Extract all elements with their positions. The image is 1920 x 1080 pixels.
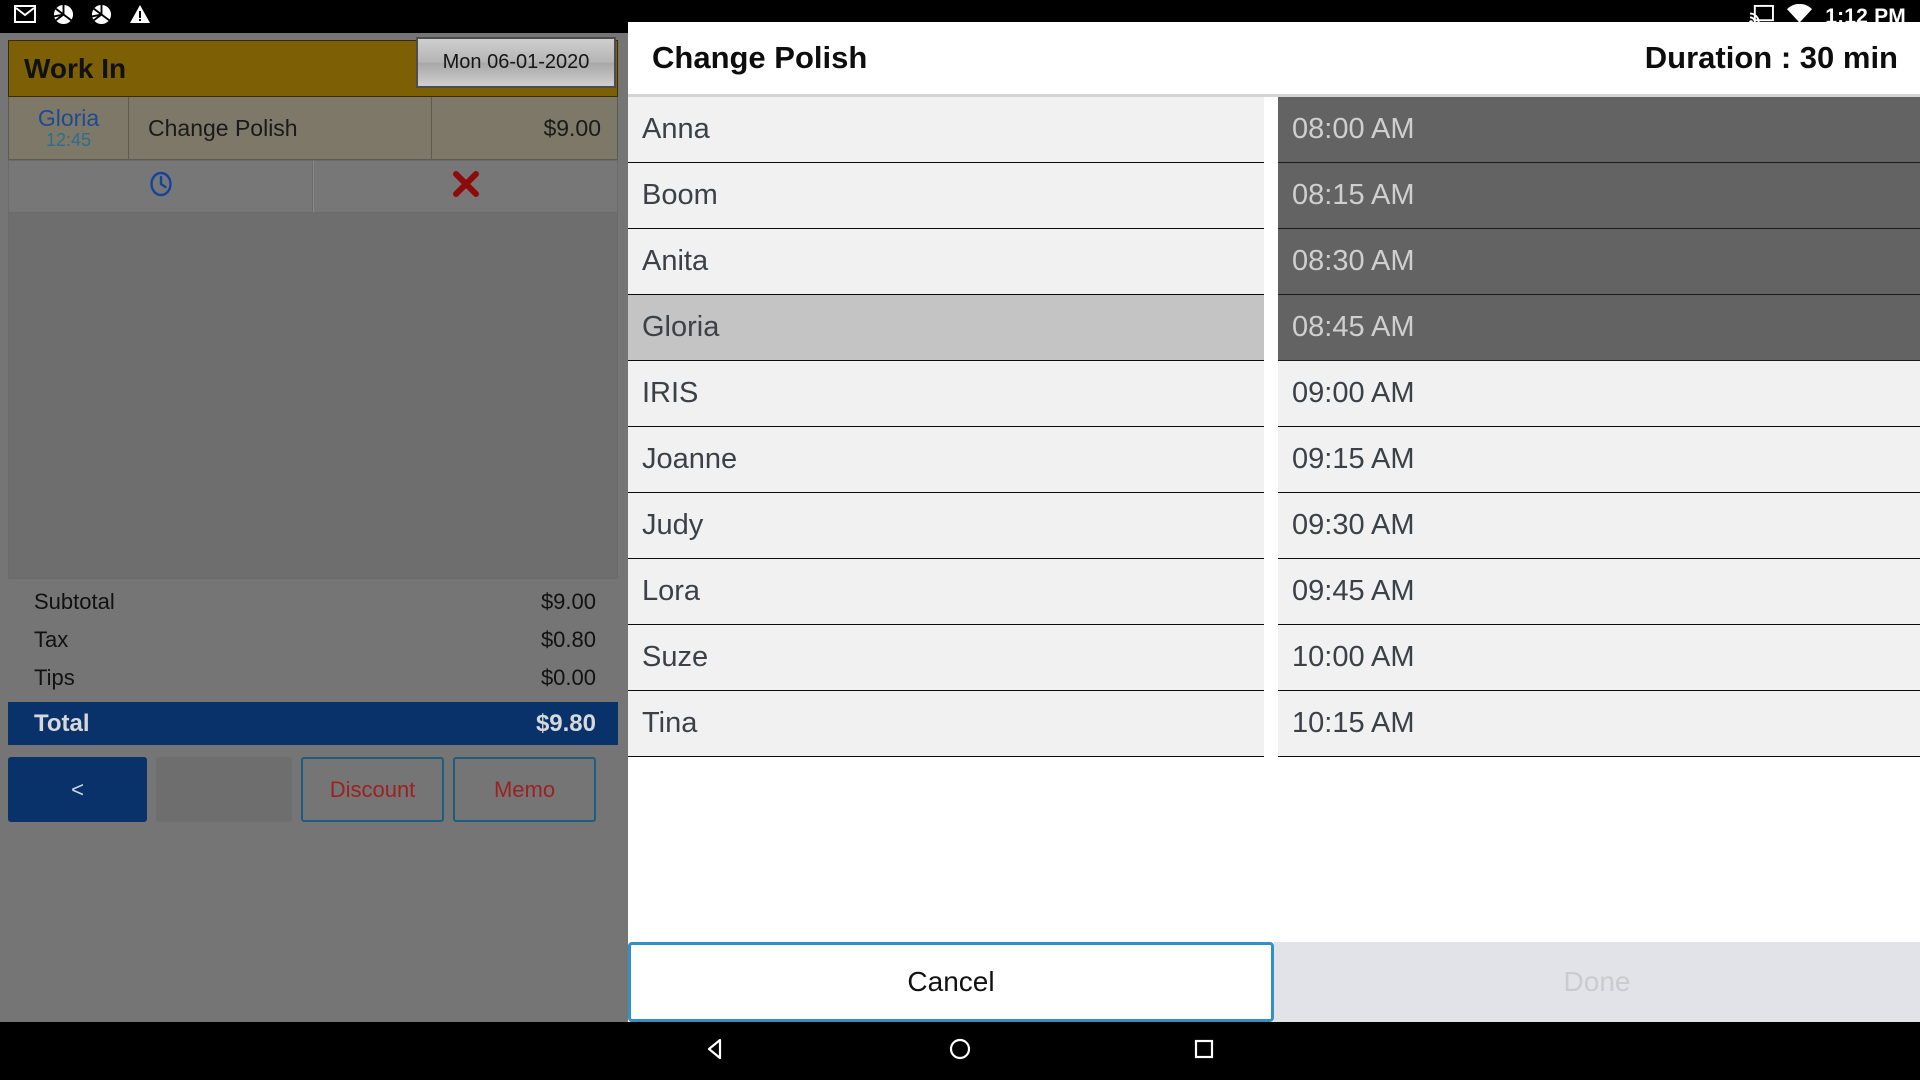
totals-label: Tips bbox=[34, 665, 75, 690]
dialog-title: Change Polish bbox=[652, 40, 868, 75]
totals-value: $9.80 bbox=[535, 709, 596, 737]
ticket-items-empty-area bbox=[8, 213, 618, 579]
list-item-disabled: 08:30 AM bbox=[1278, 229, 1920, 295]
list-item[interactable]: Joanne bbox=[628, 427, 1264, 493]
list-item[interactable]: Anna bbox=[628, 97, 1264, 163]
totals-value: $0.00 bbox=[540, 665, 596, 690]
dialog-duration: Duration : 30 min bbox=[1644, 40, 1898, 75]
back-nav-button[interactable] bbox=[703, 1036, 729, 1067]
totals-row-tax: Tax $0.80 bbox=[8, 621, 618, 659]
list-item[interactable]: 10:00 AM bbox=[1278, 625, 1920, 691]
list-item[interactable]: Tina bbox=[628, 691, 1264, 757]
list-item[interactable]: Boom bbox=[628, 163, 1264, 229]
blank-button[interactable] bbox=[156, 757, 292, 822]
totals-row-tips: Tips $0.00 bbox=[8, 659, 618, 697]
table-row[interactable]: Gloria 12:45 Change Polish $9.00 bbox=[8, 97, 618, 160]
list-item-selected[interactable]: Gloria bbox=[628, 295, 1264, 361]
totals-section: Subtotal $9.00 Tax $0.80 Tips $0.00 Tota… bbox=[8, 579, 618, 745]
aperture-icon bbox=[53, 4, 74, 30]
totals-label: Tax bbox=[34, 627, 69, 652]
list-item[interactable]: Lora bbox=[628, 559, 1264, 625]
list-item[interactable]: 09:15 AM bbox=[1278, 427, 1920, 493]
list-item[interactable]: 09:00 AM bbox=[1278, 361, 1920, 427]
totals-label: Subtotal bbox=[34, 589, 115, 614]
change-polish-dialog: Change Polish Duration : 30 min Anna Boo… bbox=[628, 22, 1920, 1022]
list-item[interactable]: Suze bbox=[628, 625, 1264, 691]
pos-button-bar: < Discount Memo bbox=[8, 757, 618, 822]
list-item-disabled: 08:00 AM bbox=[1278, 97, 1920, 163]
technician-name: Gloria bbox=[37, 105, 100, 132]
ticket-row-service: Change Polish bbox=[129, 97, 432, 159]
list-item-disabled: 08:15 AM bbox=[1278, 163, 1920, 229]
clock-button[interactable] bbox=[8, 160, 313, 213]
aperture-icon bbox=[91, 4, 112, 30]
list-item-disabled: 08:45 AM bbox=[1278, 295, 1920, 361]
list-item[interactable]: IRIS bbox=[628, 361, 1264, 427]
close-x-icon bbox=[451, 169, 481, 204]
remove-button[interactable] bbox=[313, 160, 618, 213]
dialog-body: Anna Boom Anita Gloria IRIS Joanne Judy … bbox=[628, 97, 1920, 942]
ticket-header: Work In Mon 06-01-2020 bbox=[8, 37, 618, 97]
totals-row-subtotal: Subtotal $9.00 bbox=[8, 583, 618, 621]
ticket-row-technician: Gloria 12:45 bbox=[9, 97, 129, 159]
status-bar-notification-icons bbox=[14, 4, 151, 30]
list-item[interactable]: Anita bbox=[628, 229, 1264, 295]
technician-time: 12:45 bbox=[45, 130, 92, 151]
clock-icon bbox=[148, 171, 174, 202]
done-button: Done bbox=[1274, 942, 1920, 1022]
cancel-button[interactable]: Cancel bbox=[628, 942, 1274, 1022]
discount-button[interactable]: Discount bbox=[301, 757, 444, 822]
page-title: Work In bbox=[24, 52, 127, 84]
totals-value: $9.00 bbox=[540, 589, 596, 614]
dialog-header: Change Polish Duration : 30 min bbox=[628, 22, 1920, 94]
list-item[interactable]: 09:30 AM bbox=[1278, 493, 1920, 559]
memo-button[interactable]: Memo bbox=[453, 757, 596, 822]
ticket-row-price: $9.00 bbox=[543, 114, 601, 141]
list-item[interactable]: Judy bbox=[628, 493, 1264, 559]
list-item[interactable]: 09:45 AM bbox=[1278, 559, 1920, 625]
technician-list[interactable]: Anna Boom Anita Gloria IRIS Joanne Judy … bbox=[628, 97, 1274, 942]
ticket-action-row bbox=[8, 160, 618, 213]
android-nav-bar bbox=[0, 1022, 1920, 1080]
back-button[interactable]: < bbox=[8, 757, 147, 822]
home-nav-button[interactable] bbox=[947, 1036, 973, 1067]
dialog-footer: Cancel Done bbox=[628, 942, 1920, 1022]
pos-ticket-panel: Work In Mon 06-01-2020 Gloria 12:45 Chan… bbox=[0, 33, 627, 1022]
gmail-icon bbox=[14, 5, 36, 28]
totals-value: $0.80 bbox=[540, 627, 596, 652]
warning-icon bbox=[129, 4, 151, 29]
recents-nav-button[interactable] bbox=[1191, 1036, 1217, 1067]
totals-label: Total bbox=[34, 709, 90, 737]
time-slot-list[interactable]: 08:00 AM 08:15 AM 08:30 AM 08:45 AM 09:0… bbox=[1274, 97, 1920, 942]
screen-root: 1:12 PM Work In Mon 06-01-2020 Gloria 12… bbox=[0, 0, 1920, 1080]
pos-ticket-inner: Work In Mon 06-01-2020 Gloria 12:45 Chan… bbox=[8, 37, 618, 1015]
date-picker-button[interactable]: Mon 06-01-2020 bbox=[416, 37, 616, 88]
list-item[interactable]: 10:15 AM bbox=[1278, 691, 1920, 757]
totals-row-total: Total $9.80 bbox=[8, 702, 618, 745]
